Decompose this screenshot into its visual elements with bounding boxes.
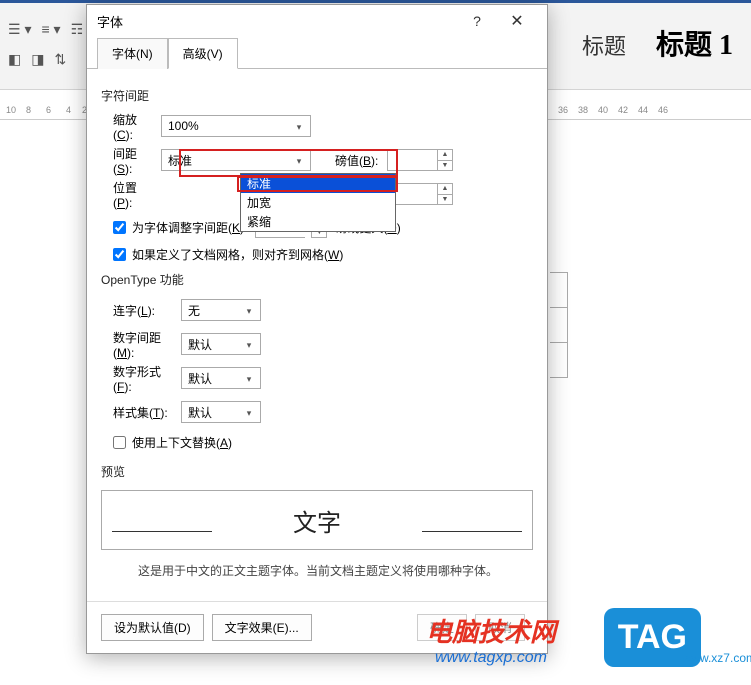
spin-buttons[interactable]: ▲▼ bbox=[437, 183, 453, 205]
combo-value: 无 bbox=[188, 302, 200, 319]
chevron-down-icon: ▾ bbox=[242, 304, 256, 318]
font-dialog: 字体 ? ✕ 字体(N) 高级(V) 字符间距 缩放(C): 100% ▾ 间距… bbox=[86, 4, 548, 654]
ruler-mark: 46 bbox=[658, 105, 668, 115]
stylistic-combo[interactable]: 默认 ▾ bbox=[181, 401, 261, 423]
snap-grid-checkbox[interactable] bbox=[113, 248, 126, 261]
tabs: 字体(N) 高级(V) bbox=[87, 37, 547, 69]
dialog-titlebar: 字体 ? ✕ bbox=[87, 5, 547, 37]
watermark: 电脑技术网 www.tagxp.com bbox=[426, 612, 556, 667]
by1-label: 磅值(B): bbox=[323, 152, 387, 169]
ruler-mark: 38 bbox=[578, 105, 588, 115]
ligatures-label: 连字(L): bbox=[101, 302, 181, 319]
side-style-bar bbox=[550, 272, 568, 377]
dialog-body: 字符间距 缩放(C): 100% ▾ 间距(S): 标准 ▾ 磅值(B): ▲▼… bbox=[87, 69, 547, 601]
spacing-dropdown[interactable]: 标准 加宽 紧缩 bbox=[240, 173, 396, 232]
combo-value: 默认 bbox=[188, 404, 212, 421]
dropdown-option-standard[interactable]: 标准 bbox=[241, 174, 395, 193]
scale-label: 缩放(C): bbox=[101, 111, 161, 142]
chevron-down-icon: ▾ bbox=[292, 154, 306, 168]
by2-spinner[interactable]: ▲▼ bbox=[387, 183, 453, 205]
preview-header: 预览 bbox=[101, 463, 533, 480]
by1-spinner[interactable]: ▲▼ bbox=[387, 149, 453, 171]
preview-sample: 文字 bbox=[293, 503, 341, 538]
style-heading-1[interactable]: 标题 1 bbox=[656, 23, 733, 63]
increase-indent-icon[interactable]: ◨ bbox=[31, 51, 44, 68]
opentype-header: OpenType 功能 bbox=[101, 271, 533, 288]
combo-value: 标准 bbox=[168, 152, 192, 169]
numspacing-combo[interactable]: 默认 ▾ bbox=[181, 333, 261, 355]
context-alt-label: 使用上下文替换(A) bbox=[132, 434, 232, 451]
side-item[interactable] bbox=[550, 307, 568, 343]
char-spacing-header: 字符间距 bbox=[101, 87, 533, 104]
text-effects-button[interactable]: 文字效果(E)... bbox=[212, 614, 312, 641]
help-icon[interactable]: ? bbox=[457, 13, 497, 29]
ruler-mark: 42 bbox=[618, 105, 628, 115]
kerning-label-prefix: 为字体调整字间距(K): bbox=[132, 219, 247, 236]
tab-advanced[interactable]: 高级(V) bbox=[168, 38, 238, 69]
numspacing-label: 数字间距(M): bbox=[101, 329, 181, 360]
chevron-down-icon: ▾ bbox=[242, 406, 256, 420]
tag-url: www.xz7.com bbox=[683, 651, 751, 665]
heading-styles-gallery: 标题 标题 1 bbox=[582, 23, 733, 63]
chevron-down-icon: ▾ bbox=[242, 338, 256, 352]
chevron-down-icon: ▾ bbox=[292, 120, 306, 134]
number-list-icon[interactable]: ≡ ▾ bbox=[41, 21, 60, 38]
scale-combo[interactable]: 100% ▾ bbox=[161, 115, 311, 137]
preview-line-left bbox=[112, 531, 212, 532]
combo-value: 100% bbox=[168, 119, 199, 133]
tab-label: 字体(N) bbox=[112, 47, 153, 61]
spin-buttons[interactable]: ▲▼ bbox=[437, 149, 453, 171]
ruler-mark: 8 bbox=[26, 105, 31, 115]
ruler-mark: 40 bbox=[598, 105, 608, 115]
preview-box: 文字 bbox=[101, 490, 533, 550]
ribbon-list-icons: ☰ ▾ ≡ ▾ ☶ ▾ bbox=[8, 21, 94, 38]
dropdown-option-condensed[interactable]: 紧缩 bbox=[241, 212, 395, 231]
kerning-checkbox[interactable] bbox=[113, 221, 126, 234]
preview-description: 这是用于中文的正文主题字体。当前文档主题定义将使用哪种字体。 bbox=[103, 562, 533, 579]
tab-label: 高级(V) bbox=[183, 47, 223, 61]
ruler-mark: 36 bbox=[558, 105, 568, 115]
side-item[interactable] bbox=[550, 342, 568, 378]
stylistic-label: 样式集(T): bbox=[101, 404, 181, 421]
numforms-combo[interactable]: 默认 ▾ bbox=[181, 367, 261, 389]
watermark-url: www.tagxp.com bbox=[426, 649, 556, 667]
snap-grid-label: 如果定义了文档网格，则对齐到网格(W) bbox=[132, 246, 343, 263]
bullet-list-icon[interactable]: ☰ ▾ bbox=[8, 21, 31, 38]
ruler-mark: 44 bbox=[638, 105, 648, 115]
side-item[interactable] bbox=[550, 272, 568, 308]
chevron-down-icon: ▾ bbox=[242, 372, 256, 386]
combo-value: 默认 bbox=[188, 336, 212, 353]
sort-icon[interactable]: ⇅ bbox=[54, 51, 66, 68]
numforms-label: 数字形式(F): bbox=[101, 363, 181, 394]
by1-input[interactable] bbox=[387, 149, 437, 171]
decrease-indent-icon[interactable]: ◧ bbox=[8, 51, 21, 68]
close-icon[interactable]: ✕ bbox=[497, 11, 537, 31]
ruler-mark: 4 bbox=[66, 105, 71, 115]
dialog-title: 字体 bbox=[97, 12, 457, 31]
ruler-mark: 10 bbox=[6, 105, 16, 115]
dropdown-option-expanded[interactable]: 加宽 bbox=[241, 193, 395, 212]
combo-value: 默认 bbox=[188, 370, 212, 387]
spacing-label: 间距(S): bbox=[101, 145, 161, 176]
spacing-combo[interactable]: 标准 ▾ bbox=[161, 149, 311, 171]
preview-line-right bbox=[422, 531, 522, 532]
tab-font[interactable]: 字体(N) bbox=[97, 38, 168, 69]
set-default-button[interactable]: 设为默认值(D) bbox=[101, 614, 204, 641]
ligatures-combo[interactable]: 无 ▾ bbox=[181, 299, 261, 321]
context-alt-checkbox[interactable] bbox=[113, 436, 126, 449]
style-heading[interactable]: 标题 bbox=[582, 29, 626, 61]
ruler-mark: 6 bbox=[46, 105, 51, 115]
watermark-title: 电脑技术网 bbox=[426, 612, 556, 649]
position-label: 位置(P): bbox=[101, 179, 161, 210]
